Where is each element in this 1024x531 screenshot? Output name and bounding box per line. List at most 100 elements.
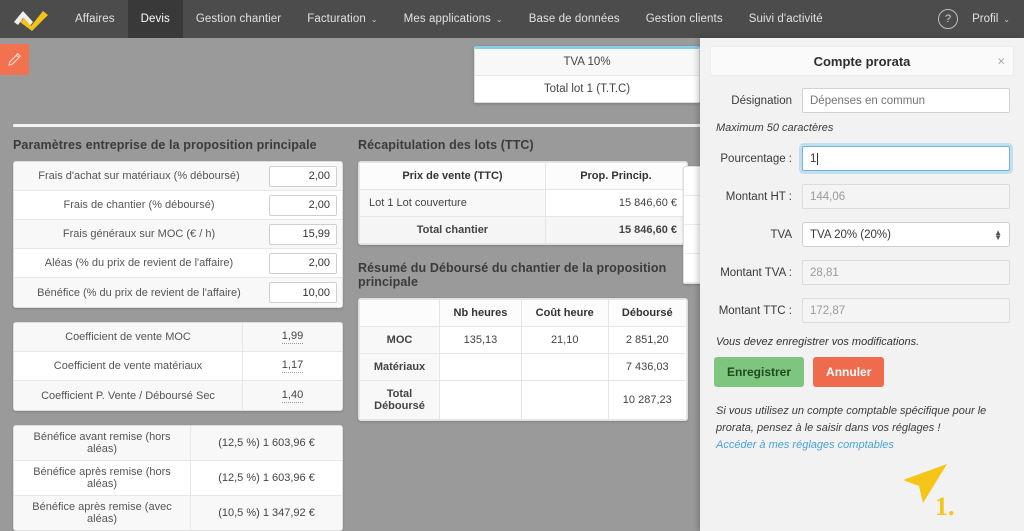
recapitulation-lots-card: Prix de vente (TTC) Prop. Princip. Lot 1… — [358, 161, 688, 245]
accounting-footnote: Si vous utilisez un compte comptable spé… — [714, 403, 1010, 454]
row-cout-heure — [520, 380, 609, 420]
app-root: Affaires Devis Gestion chantier Facturat… — [0, 0, 1024, 531]
pourcentage-input[interactable]: 1 — [802, 146, 1010, 171]
nav-item-label: Suivi d'activité — [748, 13, 823, 25]
table-row: Coefficient de vente matériaux 1,17 — [14, 352, 342, 381]
nav-item-gestion-chantier[interactable]: Gestion chantier — [183, 0, 294, 38]
designation-input[interactable] — [802, 88, 1010, 113]
pourcentage-field-row: Pourcentage : 1 — [714, 146, 1010, 171]
resume-debourse-table: Nb heures Coût heure Déboursé MOC 135,13… — [359, 299, 687, 420]
pourcentage-control: 1 — [802, 146, 1010, 171]
nav-item-label: Mes applications — [403, 13, 491, 25]
row-label: Bénéfice après remise (avec aléas) — [32, 501, 172, 525]
column-header-debourse: Déboursé — [607, 299, 687, 327]
row-label: Total Déboursé — [359, 380, 440, 420]
cancel-button[interactable]: Annuler — [813, 357, 885, 387]
checkmark-logo-icon — [14, 11, 48, 31]
table-row: Lot 1 Lot couverture 15 846,60 € — [359, 189, 687, 217]
montant-tva-input — [802, 260, 1010, 285]
benefice-avant-remise-value: (12,5 %) 1 603,96 € — [190, 426, 342, 460]
left-column: Paramètres entreprise de la proposition … — [13, 138, 343, 531]
table-row: Frais de chantier (% déboursé) — [14, 191, 342, 220]
montant-ttc-control — [802, 298, 1010, 323]
nav-items: Affaires Devis Gestion chantier Facturat… — [62, 0, 836, 38]
table-header-row: Nb heures Coût heure Déboursé — [359, 299, 687, 327]
nav-item-label: Affaires — [75, 13, 115, 25]
frais-achat-materiaux-input[interactable] — [269, 165, 337, 187]
table-row: Bénéfice après remise (avec aléas) (10,5… — [14, 496, 342, 530]
brand-logo[interactable] — [0, 0, 62, 38]
nav-item-label: Gestion chantier — [195, 13, 282, 25]
profile-menu[interactable]: Profil ⌄ — [972, 13, 1010, 25]
row-value: 15 846,60 € — [544, 216, 687, 244]
chevron-down-icon: ⌄ — [495, 14, 503, 24]
accounting-settings-link[interactable]: Accéder à mes réglages comptables — [716, 437, 894, 454]
panel-actions: Enregistrer Annuler — [714, 357, 1010, 387]
table-row: Frais d'achat sur matériaux (% déboursé) — [14, 162, 342, 191]
nav-item-suivi-activite[interactable]: Suivi d'activité — [736, 0, 836, 38]
benefice-apres-remise-hors-aleas-value: (12,5 %) 1 603,96 € — [190, 461, 342, 495]
table-row: Aléas (% du prix de revient de l'affaire… — [14, 249, 342, 278]
nav-item-gestion-clients[interactable]: Gestion clients — [633, 0, 736, 38]
nav-item-label: Gestion clients — [645, 13, 723, 25]
frais-generaux-moc-input-wrap — [264, 220, 342, 248]
row-label: MOC — [359, 326, 440, 354]
table-row-total: Total chantier 15 846,60 € — [359, 216, 687, 244]
chevron-down-icon: ⌄ — [370, 14, 378, 24]
row-label: Frais de chantier (% déboursé) — [63, 199, 215, 211]
value-text: 1,40 — [281, 388, 304, 403]
column-header-prop-princip: Prop. Princip. — [544, 162, 687, 190]
coefficient-vente-materiaux-value: 1,17 — [242, 352, 342, 380]
frais-achat-materiaux-input-wrap — [264, 162, 342, 190]
top-navigation-bar: Affaires Devis Gestion chantier Facturat… — [0, 0, 1024, 38]
coefficient-vente-moc-value: 1,99 — [242, 323, 342, 351]
help-icon[interactable]: ? — [938, 9, 959, 29]
tva-select[interactable]: TVA 20% (20%) ▲ ▼ — [802, 222, 1010, 247]
nav-item-facturation[interactable]: Facturation ⌄ — [294, 0, 390, 38]
footnote-line-1: Si vous utilisez un compte comptable spé… — [716, 405, 987, 417]
nav-item-label: Devis — [140, 13, 170, 25]
pourcentage-label: Pourcentage : — [720, 152, 792, 165]
compte-prorata-form: Désignation Maximum 50 caractères Pource… — [700, 76, 1024, 454]
tva-field-row: TVA TVA 20% (20%) ▲ ▼ — [714, 222, 1010, 247]
nav-item-label: Facturation — [307, 13, 366, 25]
designation-label: Désignation — [731, 94, 792, 107]
row-nb-heures — [439, 353, 522, 381]
spinner-updown-icon: ▲ ▼ — [994, 227, 1002, 242]
mid-column: Récapitulation des lots (TTC) Prix de ve… — [358, 138, 688, 435]
montant-ttc-label: Montant TTC : — [718, 304, 792, 317]
nav-item-base-de-donnees[interactable]: Base de données — [516, 0, 633, 38]
pencil-edit-icon — [8, 52, 22, 66]
aleas-input[interactable] — [269, 252, 337, 274]
montant-ttc-field-row: Montant TTC : — [714, 298, 1010, 323]
profile-label: Profil — [972, 13, 999, 25]
edit-tab-button[interactable] — [0, 44, 29, 75]
frais-chantier-input-wrap — [264, 191, 342, 219]
row-value: 15 846,60 € — [544, 189, 687, 217]
text-cursor-icon — [817, 152, 819, 165]
row-label: Bénéfice (% du prix de revient de l'affa… — [37, 286, 241, 299]
row-label: Aléas (% du prix de revient de l'affaire… — [44, 257, 234, 269]
nav-item-devis[interactable]: Devis — [127, 0, 183, 38]
save-button[interactable]: Enregistrer — [714, 357, 805, 387]
tva-control: TVA 20% (20%) ▲ ▼ — [802, 222, 1010, 247]
close-icon[interactable]: × — [997, 55, 1005, 68]
nav-item-affaires[interactable]: Affaires — [62, 0, 128, 38]
table-row: Coefficient P. Vente / Déboursé Sec 1,40 — [14, 381, 342, 410]
nav-item-mes-applications[interactable]: Mes applications ⌄ — [391, 0, 516, 38]
row-debourse: 2 851,20 — [607, 326, 687, 354]
resume-debourse-card: Nb heures Coût heure Déboursé MOC 135,13… — [358, 298, 688, 421]
column-header-cout-heure: Coût heure — [520, 299, 609, 327]
compte-prorata-panel: Compte prorata × Désignation Maximum 50 … — [700, 38, 1024, 531]
frais-chantier-input[interactable] — [269, 194, 337, 216]
row-cout-heure — [520, 353, 609, 381]
row-label: Bénéfice avant remise (hors aléas) — [33, 431, 171, 455]
frais-generaux-moc-input[interactable] — [269, 223, 337, 245]
row-label: Matériaux — [359, 353, 440, 381]
benefice-input[interactable] — [269, 282, 337, 303]
row-label: Coefficient de vente MOC — [65, 331, 191, 343]
row-label: Frais généraux sur MOC (€ / h) — [62, 228, 216, 240]
table-header-row: Prix de vente (TTC) Prop. Princip. — [359, 162, 687, 190]
row-debourse: 10 287,23 — [607, 380, 687, 420]
total-lot-1-row: Total lot 1 (T.T.C) — [543, 83, 631, 95]
